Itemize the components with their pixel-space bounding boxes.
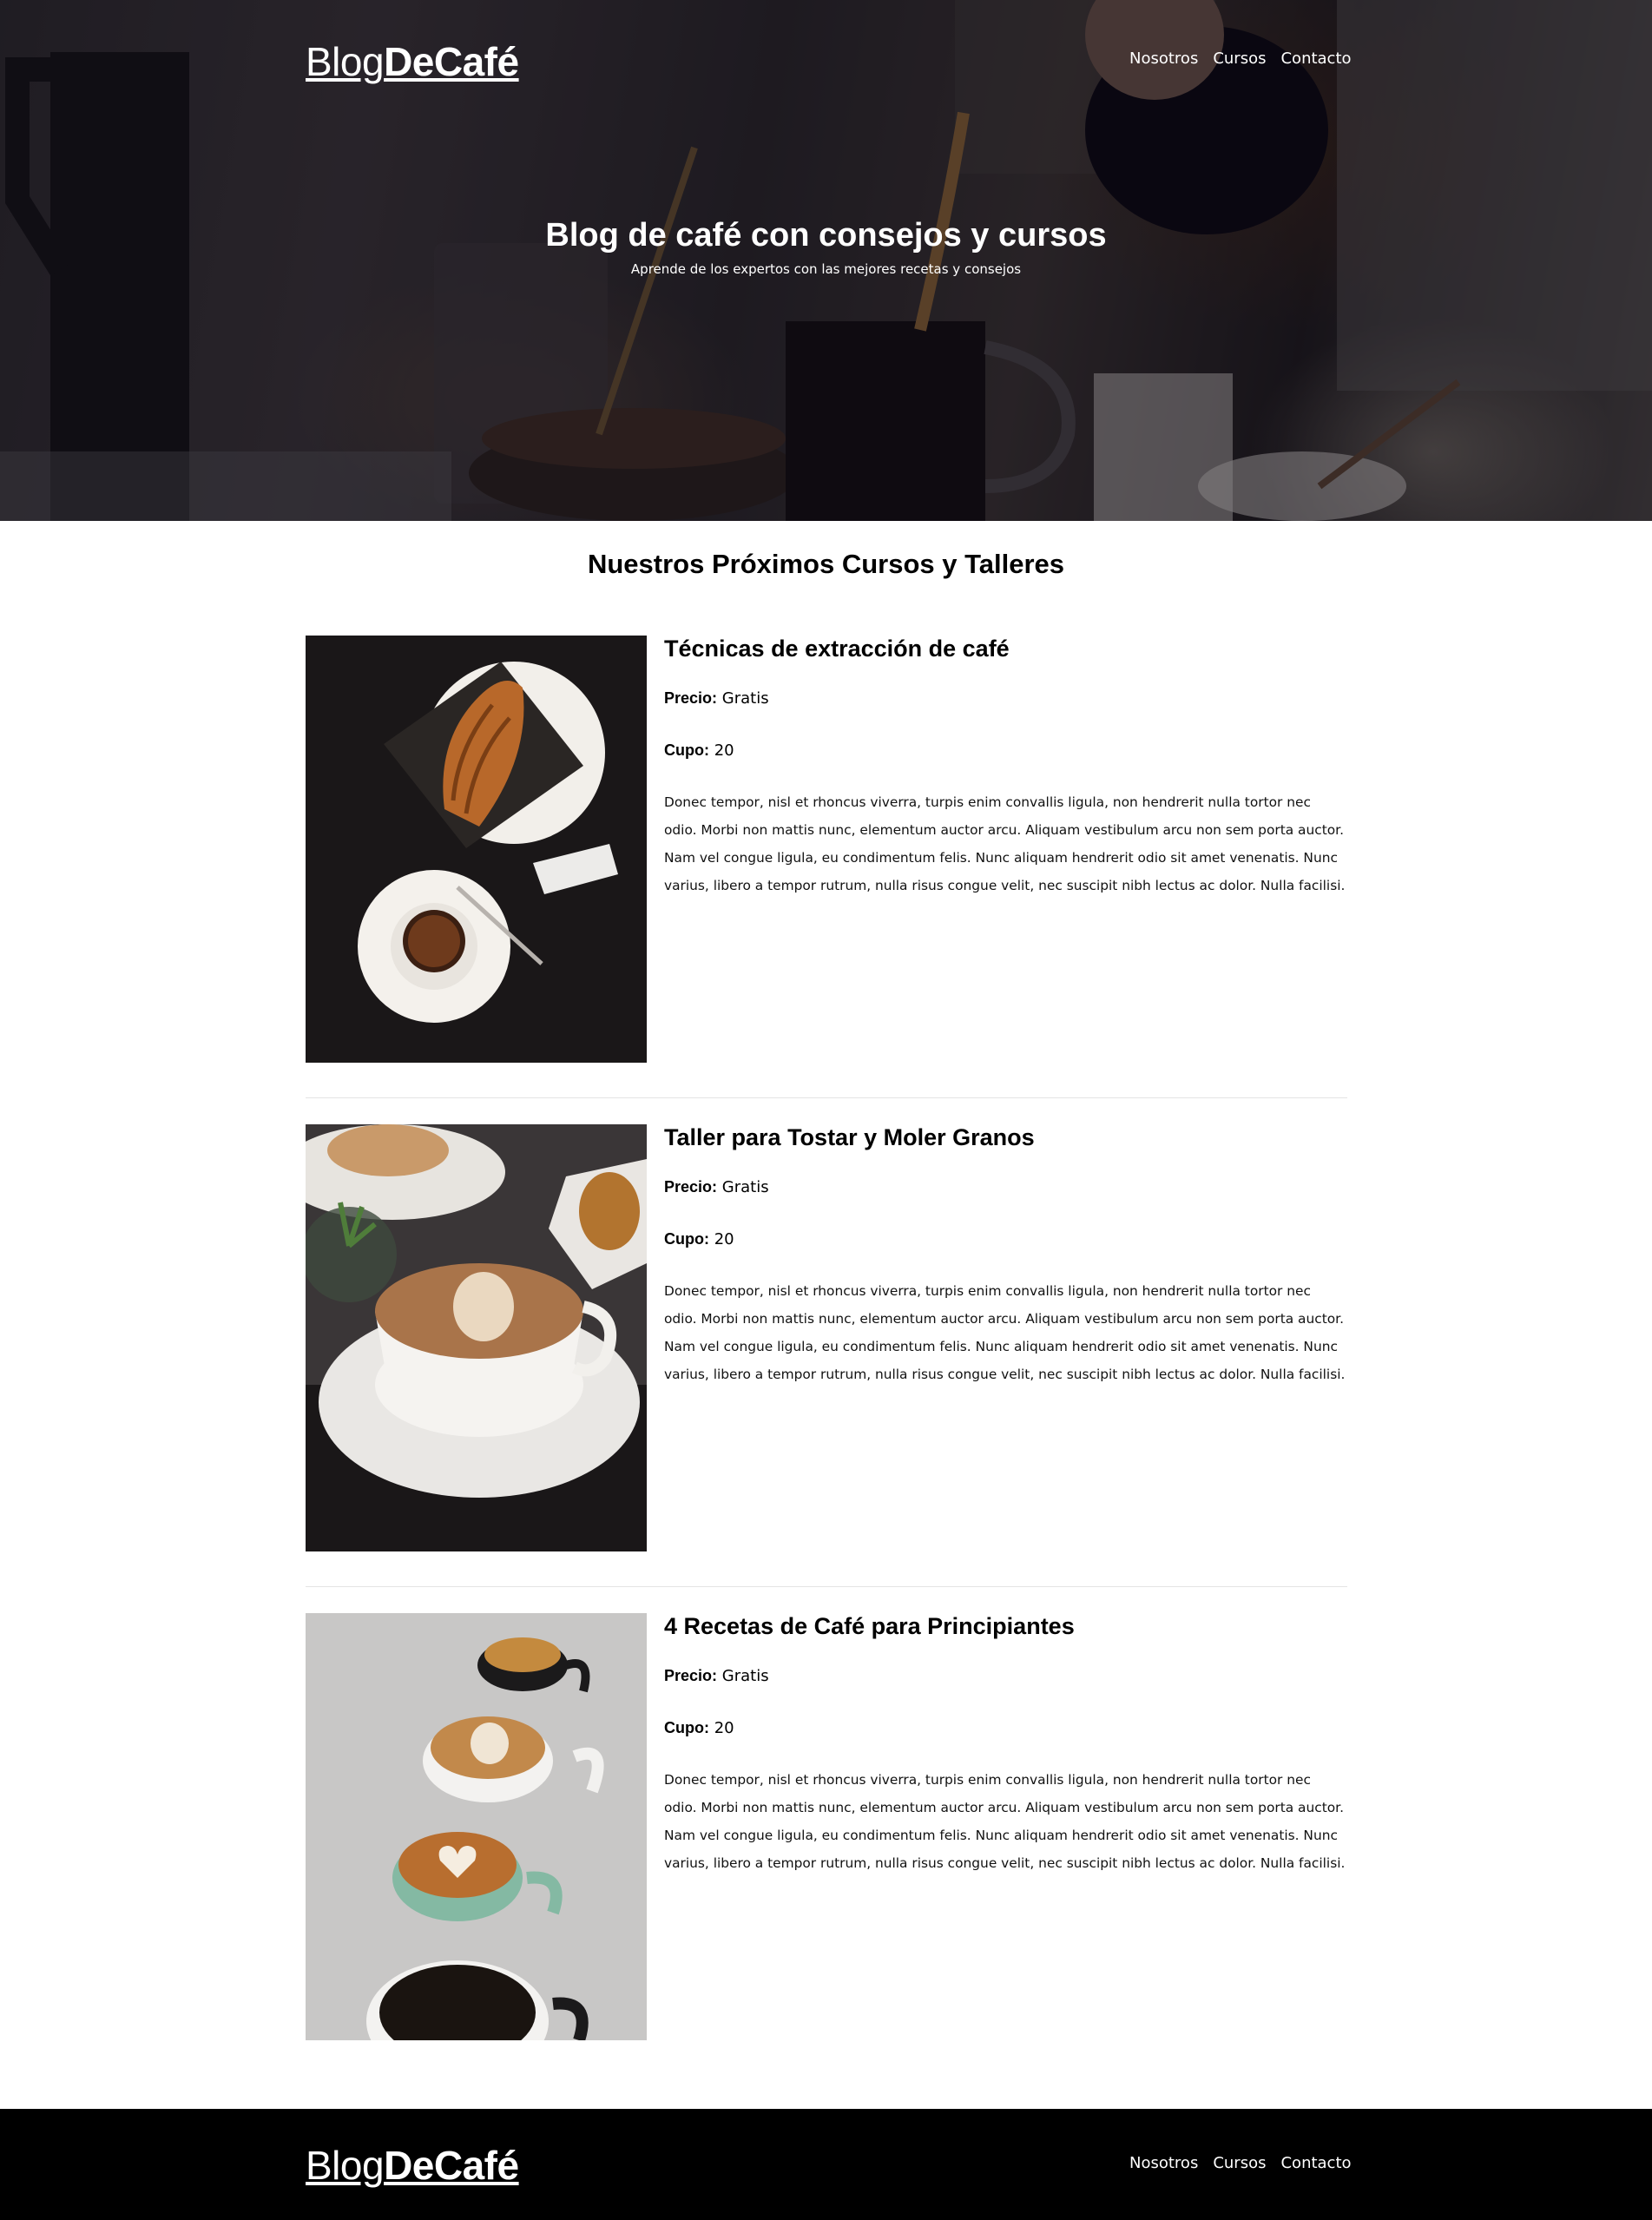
hero-overlay <box>0 0 1652 521</box>
nav-link-cursos[interactable]: Cursos <box>1213 49 1266 68</box>
course-cupo: Cupo: 20 <box>664 1719 734 1737</box>
course-title: 4 Recetas de Café para Principiantes <box>664 1613 1075 1639</box>
cupo-label: Cupo: <box>664 1719 709 1736</box>
course-title: Taller para Tostar y Moler Granos <box>664 1124 1035 1150</box>
course-image-latte <box>306 1124 647 1551</box>
footer-logo[interactable]: BlogDeCafé <box>306 2142 519 2189</box>
cupo-value: 20 <box>714 1230 734 1248</box>
price-value: Gratis <box>721 689 769 708</box>
price-label: Precio: <box>664 1667 718 1684</box>
course-description: Donec tempor, nisl et rhoncus viverra, t… <box>664 794 1346 893</box>
course-divider <box>306 1097 1347 1098</box>
nav-link-nosotros[interactable]: Nosotros <box>1129 49 1198 68</box>
main-nav: Nosotros Cursos Contacto <box>1115 49 1352 68</box>
hero-banner: BlogDeCafé Nosotros Cursos Contacto Blog… <box>0 0 1652 521</box>
course-divider <box>306 1586 1347 1587</box>
course-description: Donec tempor, nisl et rhoncus viverra, t… <box>664 1772 1346 1871</box>
course-cupo: Cupo: 20 <box>664 1230 734 1248</box>
cupo-value: 20 <box>714 1719 734 1737</box>
footer-link-contacto[interactable]: Contacto <box>1280 2154 1351 2172</box>
course-image-croissant <box>306 636 647 1063</box>
logo-text-light: Blog <box>306 39 385 84</box>
course-card: 4 Recetas de Café para Principiantes Pre… <box>306 1613 1347 2040</box>
price-label: Precio: <box>664 689 718 707</box>
cupo-label: Cupo: <box>664 741 709 759</box>
cupo-label: Cupo: <box>664 1230 709 1248</box>
course-title: Técnicas de extracción de café <box>664 636 1010 662</box>
course-price: Precio: Gratis <box>664 1178 769 1196</box>
section-title: Nuestros Próximos Cursos y Talleres <box>587 549 1065 579</box>
price-value: Gratis <box>721 1178 769 1196</box>
site-footer: BlogDeCafé Nosotros Cursos Contacto <box>0 2109 1652 2220</box>
hero-subtitle: Aprende de los expertos con las mejores … <box>630 261 1022 277</box>
price-value: Gratis <box>721 1667 769 1685</box>
logo-text-bold: DeCafé <box>384 39 519 84</box>
footer-link-cursos[interactable]: Cursos <box>1213 2154 1266 2172</box>
course-price: Precio: Gratis <box>664 1667 769 1685</box>
logo-text-light: Blog <box>306 2143 385 2188</box>
cupo-value: 20 <box>714 741 734 760</box>
site-logo[interactable]: BlogDeCafé <box>306 38 519 85</box>
course-image-four-cups <box>306 1613 647 2040</box>
footer-link-nosotros[interactable]: Nosotros <box>1129 2154 1198 2172</box>
nav-link-contacto[interactable]: Contacto <box>1280 49 1351 68</box>
course-card: Técnicas de extracción de café Precio: G… <box>306 636 1347 1063</box>
course-price: Precio: Gratis <box>664 689 769 708</box>
course-description: Donec tempor, nisl et rhoncus viverra, t… <box>664 1283 1346 1382</box>
logo-text-bold: DeCafé <box>384 2143 519 2188</box>
course-card: Taller para Tostar y Moler Granos Precio… <box>306 1124 1347 1551</box>
footer-nav: Nosotros Cursos Contacto <box>1115 2154 1352 2172</box>
hero-title: Blog de café con consejos y cursos <box>545 217 1107 254</box>
price-label: Precio: <box>664 1178 718 1196</box>
course-cupo: Cupo: 20 <box>664 741 734 760</box>
